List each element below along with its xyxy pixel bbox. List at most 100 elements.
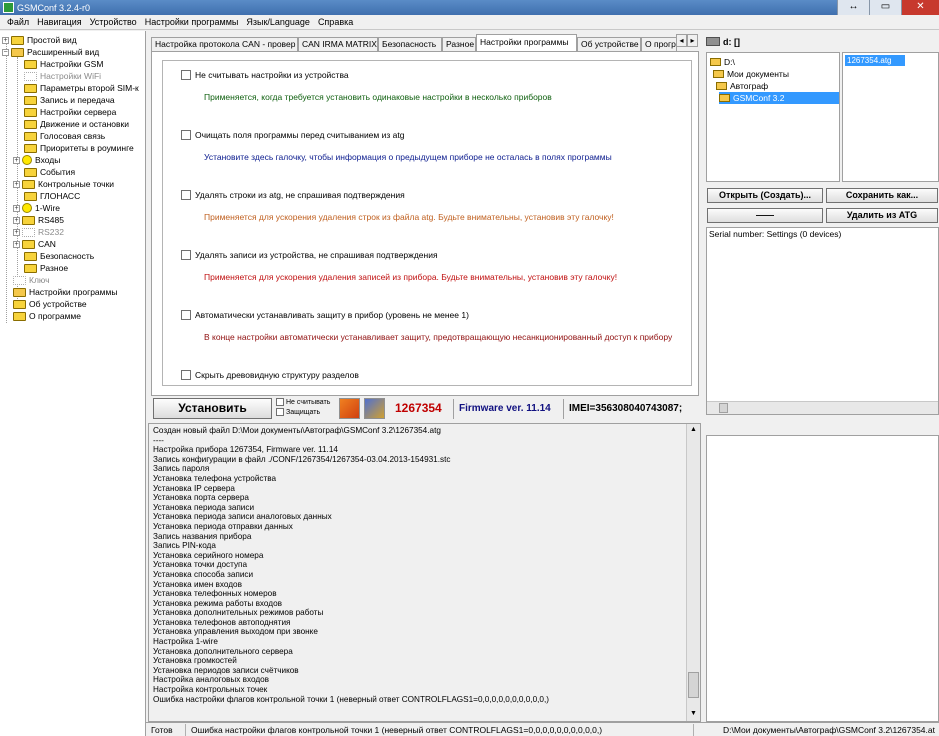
tools-icon[interactable] <box>364 398 385 419</box>
checkbox[interactable] <box>181 370 191 380</box>
scrollbar-thumb[interactable] <box>719 403 728 413</box>
tree-item-inputs[interactable]: + Входы <box>13 154 60 166</box>
tree-item-1wire[interactable]: + 1-Wire <box>13 202 60 214</box>
close-button[interactable]: ✕ <box>901 0 939 15</box>
folder-open-icon <box>713 70 724 78</box>
log-panel[interactable]: Создан новый файл D:\Мои документы\Автог… <box>148 423 701 722</box>
option-no-read[interactable]: Не считывать настройки из устройства <box>181 70 349 80</box>
dir-my-documents[interactable]: Мои документы <box>713 68 789 80</box>
tab-scroll-left-icon[interactable]: ◂ <box>676 34 687 47</box>
expand-icon[interactable]: + <box>13 240 20 248</box>
tree-item-events[interactable]: События <box>24 166 75 178</box>
expand-icon[interactable]: + <box>13 216 20 224</box>
install-button[interactable]: Установить <box>153 398 272 419</box>
eraser-icon[interactable] <box>339 398 360 419</box>
dir-root[interactable]: D:\ <box>710 56 735 68</box>
imei: IMEI=356308040743087; <box>569 403 683 414</box>
tree-item-glonass[interactable]: ГЛОНАСС <box>24 190 80 202</box>
tab-about-program[interactable]: О прогр <box>641 37 677 51</box>
log-line: Настройка 1-wire <box>153 637 218 647</box>
option-delete-device-records[interactable]: Удалять записи из устройства, не спрашив… <box>181 250 438 260</box>
delete-from-atg-button[interactable]: Удалить из ATG <box>826 208 938 223</box>
tree-item-wifi-settings[interactable]: Настройки WiFi <box>24 70 101 82</box>
checkbox[interactable] <box>181 70 191 80</box>
menu-file[interactable]: Файл <box>3 17 33 27</box>
expand-icon[interactable]: + <box>13 156 20 164</box>
log-line: Установка порта сервера <box>153 493 249 503</box>
tree-item-extended-view[interactable]: − Расширенный вид <box>2 46 99 58</box>
directory-tree[interactable]: D:\ Мои документы Автограф GSMConf 3.2 <box>706 52 840 182</box>
tree-item-about-device[interactable]: Об устройстве <box>13 298 87 310</box>
file-item[interactable]: 1267354.atg <box>845 55 905 66</box>
tree-item-gsm-settings[interactable]: Настройки GSM <box>24 58 103 70</box>
tree-item-program-settings[interactable]: Настройки программы <box>13 286 117 298</box>
serial-hscrollbar[interactable] <box>707 401 938 414</box>
restore-button[interactable]: ↔ <box>837 0 869 15</box>
tree-item-key[interactable]: Ключ <box>13 274 50 286</box>
navigation-tree[interactable]: + Простой вид − Расширенный вид Настройк… <box>0 31 146 736</box>
tree-item-voice[interactable]: Голосовая связь <box>24 130 105 142</box>
tree-item-second-sim[interactable]: Параметры второй SIM-к <box>24 82 139 94</box>
device-list[interactable] <box>706 435 939 722</box>
menu-bar: Файл Навигация Устройство Настройки прог… <box>0 15 939 30</box>
checkbox[interactable] <box>181 190 191 200</box>
expand-icon[interactable]: + <box>13 180 20 188</box>
menu-device[interactable]: Устройство <box>86 17 141 27</box>
checkbox[interactable] <box>181 250 191 260</box>
tree-item-simple-view[interactable]: + Простой вид <box>2 34 77 46</box>
expand-icon[interactable]: + <box>13 228 20 236</box>
tab-about-device[interactable]: Об устройстве <box>577 37 641 51</box>
dir-avtograf[interactable]: Автограф <box>716 80 768 92</box>
collapse-icon[interactable]: − <box>2 48 9 56</box>
expand-icon[interactable]: + <box>13 204 20 212</box>
option-hide-tree[interactable]: Скрыть древовидную структуру разделов <box>181 370 359 380</box>
expand-icon[interactable]: + <box>2 36 9 44</box>
tab-can-irma[interactable]: CAN IRMA MATRIX <box>298 37 378 51</box>
drive-selector[interactable]: d: [] <box>706 34 938 49</box>
tree-item-about-program[interactable]: О программе <box>13 310 81 322</box>
menu-program-settings[interactable]: Настройки программы <box>141 17 243 27</box>
tree-item-motion-stops[interactable]: Движение и остановки <box>24 118 129 130</box>
tree-item-checkpoints[interactable]: + Контрольные точки <box>13 178 114 190</box>
log-line: Настройка прибора 1267354, Firmware ver.… <box>153 445 338 455</box>
no-read-checkbox[interactable]: Не считывать <box>276 398 330 406</box>
tab-security[interactable]: Безопасность <box>378 37 442 51</box>
tree-item-roaming-priorities[interactable]: Приоритеты в роуминге <box>24 142 134 154</box>
option-clear-fields[interactable]: Очищать поля программы перед считыванием… <box>181 130 404 140</box>
tab-program-settings[interactable]: Настройки программы <box>476 34 577 51</box>
checkbox[interactable] <box>181 310 191 320</box>
dir-gsmconf[interactable]: GSMConf 3.2 <box>719 92 839 104</box>
log-scrollbar[interactable]: ▲ ▼ <box>686 424 700 721</box>
app-icon <box>3 2 14 13</box>
file-list[interactable]: 1267354.atg <box>842 52 939 182</box>
tree-item-security[interactable]: Безопасность <box>24 250 94 262</box>
tree-item-rs485[interactable]: + RS485 <box>13 214 64 226</box>
minimize-button[interactable]: ▭ <box>869 0 901 15</box>
checkbox[interactable] <box>276 398 284 406</box>
scroll-down-icon[interactable]: ▼ <box>688 709 699 720</box>
menu-language[interactable]: Язык/Language <box>242 17 314 27</box>
tab-scroll-right-icon[interactable]: ▸ <box>687 34 698 47</box>
scrollbar-thumb[interactable] <box>688 672 699 698</box>
open-create-button[interactable]: Открыть (Создать)... <box>707 188 823 203</box>
tab-misc[interactable]: Разное <box>442 37 476 51</box>
protect-checkbox[interactable]: Защищать <box>276 408 320 416</box>
dash-button[interactable]: —— <box>707 208 823 223</box>
tree-item-record-transfer[interactable]: Запись и передача <box>24 94 115 106</box>
tree-item-rs232[interactable]: + RS232 <box>13 226 64 238</box>
tree-item-server-settings[interactable]: Настройки сервера <box>24 106 116 118</box>
scroll-up-icon[interactable]: ▲ <box>688 425 699 436</box>
checkbox[interactable] <box>276 408 284 416</box>
menu-navigation[interactable]: Навигация <box>33 17 85 27</box>
serial-list[interactable]: Serial number: Settings (0 devices) <box>706 227 939 415</box>
checkbox[interactable] <box>181 130 191 140</box>
firmware-version: Firmware ver. 11.14 <box>459 403 551 414</box>
menu-help[interactable]: Справка <box>314 17 357 27</box>
save-as-button[interactable]: Сохранить как... <box>826 188 938 203</box>
tree-item-can[interactable]: + CAN <box>13 238 56 250</box>
option-delete-atg-rows[interactable]: Удалять строки из atg, не спрашивая подт… <box>181 190 405 200</box>
folder-icon <box>22 215 35 225</box>
tree-item-misc[interactable]: Разное <box>24 262 68 274</box>
tab-can-protocol[interactable]: Настройка протокола CAN - провер <box>151 37 298 51</box>
option-auto-protect[interactable]: Автоматически устанавливать защиту в при… <box>181 310 469 320</box>
